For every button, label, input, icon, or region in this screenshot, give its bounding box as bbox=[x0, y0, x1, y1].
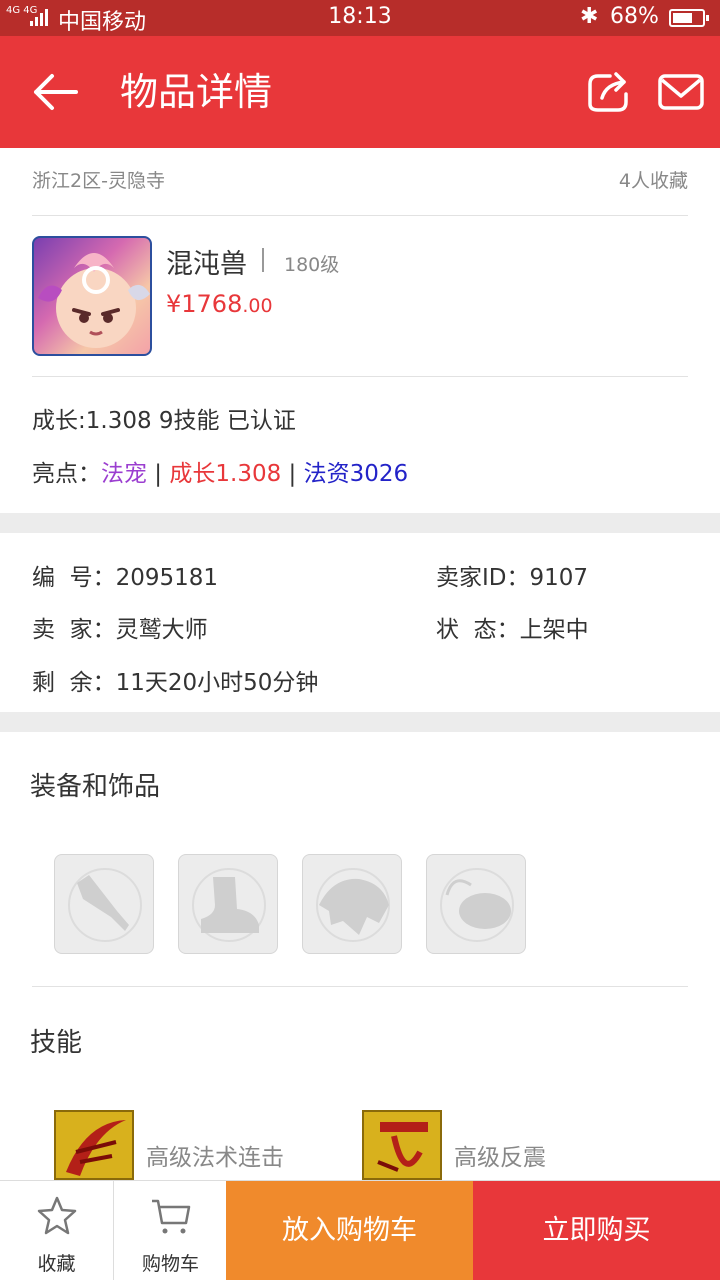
pet-name: 混沌兽 bbox=[166, 249, 247, 280]
equipment-slot[interactable] bbox=[426, 854, 526, 954]
status-bar: 4G 4G 中国移动 18:13 ✱ 68% bbox=[0, 0, 720, 36]
equipment-title: 装备和饰品 bbox=[30, 772, 161, 802]
mail-icon[interactable] bbox=[656, 68, 706, 116]
seller-id-label: 卖家ID： bbox=[436, 565, 530, 591]
seller-value: 灵鹫大师 bbox=[115, 617, 208, 643]
seller: 卖 家：灵鹫大师 bbox=[32, 610, 208, 644]
skill-label: 高级反震 bbox=[454, 1145, 546, 1171]
highlight-separator: | bbox=[147, 461, 170, 487]
price: ¥1768.00 bbox=[166, 290, 273, 318]
growth-summary: 成长:1.308 9技能 已认证 bbox=[32, 408, 296, 434]
divider bbox=[32, 215, 688, 216]
star-icon bbox=[37, 1196, 77, 1235]
skills-title: 技能 bbox=[30, 1028, 83, 1058]
favorite-count: 4人收藏 bbox=[618, 170, 688, 192]
accessory-icon bbox=[440, 868, 514, 942]
equipment-slot[interactable] bbox=[302, 854, 402, 954]
section-gap bbox=[0, 513, 720, 533]
highlight-tag: 成长1.308 bbox=[169, 461, 282, 487]
buy-now-button[interactable]: 立即购买 bbox=[473, 1181, 720, 1280]
equipment-slot[interactable] bbox=[178, 854, 278, 954]
remaining-label: 剩 余： bbox=[32, 670, 116, 696]
favorite-button[interactable]: 收藏 bbox=[0, 1181, 113, 1280]
skill-icon[interactable] bbox=[54, 1110, 134, 1180]
highlight-tag: 法宠 bbox=[101, 461, 147, 487]
seller-label: 卖 家： bbox=[32, 617, 116, 643]
battery-percent: 68% bbox=[610, 4, 659, 29]
back-arrow-icon[interactable] bbox=[28, 68, 84, 116]
server-location: 浙江2区-灵隐寺 bbox=[32, 170, 165, 192]
price-decimal: .00 bbox=[242, 295, 273, 317]
cart-icon bbox=[152, 1199, 191, 1234]
seller-id: 卖家ID：9107 bbox=[436, 558, 588, 592]
pet-level: 180级 bbox=[284, 254, 340, 276]
highlights-label: 亮点： bbox=[32, 461, 101, 487]
bottom-action-bar: 收藏 购物车 放入购物车 立即购买 bbox=[0, 1180, 720, 1280]
equipment-slot[interactable] bbox=[54, 854, 154, 954]
price-main: ¥1768 bbox=[166, 290, 243, 318]
bluetooth-icon: ✱ bbox=[580, 4, 599, 29]
divider bbox=[32, 376, 688, 377]
section-gap bbox=[0, 712, 720, 732]
item-id-value: 2095181 bbox=[115, 565, 219, 591]
item-id: 编 号：2095181 bbox=[32, 558, 218, 592]
highlight-separator: | bbox=[281, 461, 304, 487]
skill-icon[interactable] bbox=[362, 1110, 442, 1180]
share-icon[interactable] bbox=[584, 68, 632, 116]
highlight-tag: 法资3026 bbox=[303, 461, 409, 487]
status-label: 状 态： bbox=[436, 617, 520, 643]
weapon-icon bbox=[68, 868, 142, 942]
divider bbox=[32, 986, 688, 987]
boot-icon bbox=[192, 868, 266, 942]
armor-icon bbox=[316, 868, 390, 942]
cart-button[interactable]: 购物车 bbox=[114, 1181, 227, 1280]
listing-status: 状 态：上架中 bbox=[436, 610, 589, 644]
add-to-cart-button[interactable]: 放入购物车 bbox=[226, 1181, 473, 1280]
cart-label: 购物车 bbox=[141, 1253, 199, 1275]
page-title: 物品详情 bbox=[120, 70, 273, 114]
app-header: 物品详情 bbox=[0, 36, 720, 148]
favorite-label: 收藏 bbox=[37, 1253, 76, 1275]
name-level-separator bbox=[262, 248, 264, 272]
item-id-label: 编 号： bbox=[32, 565, 116, 591]
highlights: 亮点：法宠 | 成长1.308 | 法资3026 bbox=[32, 454, 408, 488]
pet-avatar bbox=[32, 236, 152, 356]
status-value: 上架中 bbox=[519, 617, 589, 643]
skill-label: 高级法术连击 bbox=[146, 1145, 284, 1171]
battery-icon bbox=[669, 9, 709, 27]
seller-id-value: 9107 bbox=[529, 565, 589, 591]
remaining-time: 剩 余：11天20小时50分钟 bbox=[32, 663, 318, 697]
remaining-value: 11天20小时50分钟 bbox=[115, 670, 319, 696]
